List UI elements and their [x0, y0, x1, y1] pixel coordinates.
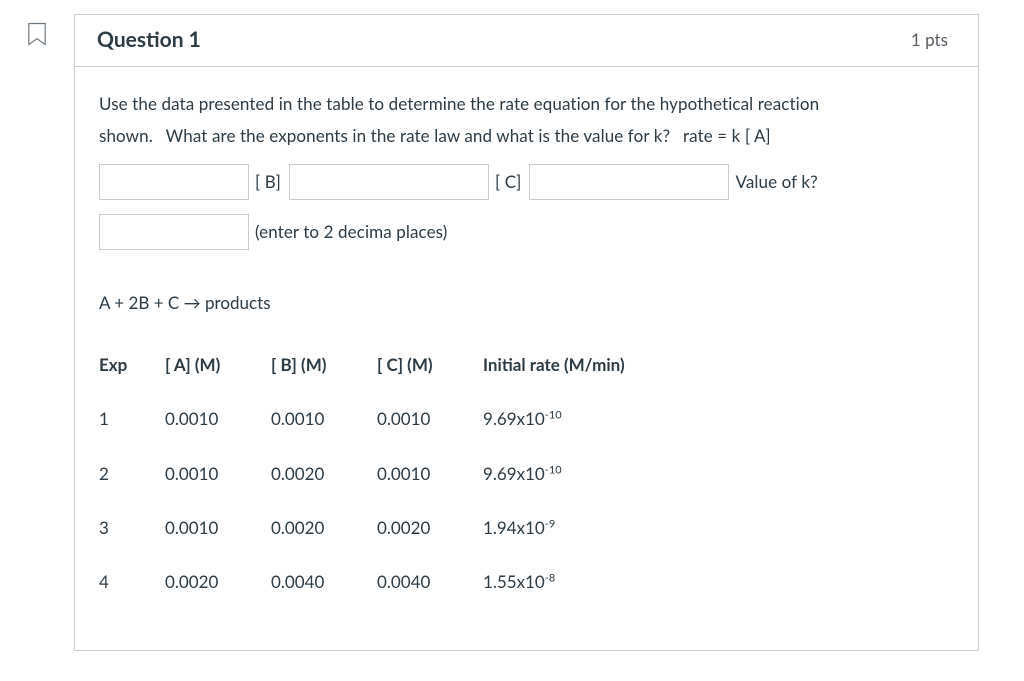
col-rate: Initial rate (M/min)	[483, 338, 659, 392]
table-cell: 0.0020	[271, 447, 377, 501]
question-title: Question 1	[97, 27, 201, 52]
table-cell: 3	[99, 501, 165, 555]
table-cell: 0.0010	[165, 392, 271, 446]
table-cell: 4	[99, 555, 165, 609]
question-card: Question 1 1 pts Use the data presented …	[74, 14, 979, 651]
table-cell: 0.0010	[377, 392, 483, 446]
table-cell: 0.0010	[165, 447, 271, 501]
table-header-row: Exp [ A] (M) [ B] (M) [ C] (M) Initial r…	[99, 338, 659, 392]
table-cell-rate: 1.94x10-9	[483, 501, 659, 555]
answer-row-2: [ B] [ C] Value of k?	[99, 164, 954, 200]
question-body: Use the data presented in the table to d…	[75, 67, 978, 650]
col-c: [ C] (M)	[377, 338, 483, 392]
col-b: [ B] (M)	[271, 338, 377, 392]
question-header: Question 1 1 pts	[75, 15, 978, 67]
exponent-b-input[interactable]	[289, 164, 489, 200]
question-points: 1 pts	[911, 29, 948, 50]
answer-row-1: shown. What are the exponents in the rat…	[99, 123, 954, 149]
table-cell: 0.0010	[271, 392, 377, 446]
prompt-line-2: shown. What are the exponents in the rat…	[99, 123, 771, 149]
table-cell: 0.0020	[165, 555, 271, 609]
table-cell-rate: 9.69x10-10	[483, 392, 659, 446]
table-row: 30.00100.00200.00201.94x10-9	[99, 501, 659, 555]
bookmark-icon[interactable]	[0, 14, 74, 48]
table-cell: 0.0040	[271, 555, 377, 609]
prompt-line-1: Use the data presented in the table to d…	[99, 91, 954, 117]
label-b: [ B]	[253, 169, 285, 195]
table-cell-rate: 9.69x10-10	[483, 447, 659, 501]
table-row: 40.00200.00400.00401.55x10-8	[99, 555, 659, 609]
table-cell: 0.0010	[165, 501, 271, 555]
table-row: 20.00100.00200.00109.69x10-10	[99, 447, 659, 501]
table-cell: 0.0020	[271, 501, 377, 555]
answer-row-3: (enter to 2 decima places)	[99, 214, 954, 250]
k-value-input[interactable]	[99, 214, 249, 250]
table-cell: 1	[99, 392, 165, 446]
reaction-equation: A + 2B + C → products	[99, 290, 954, 316]
table-cell-rate: 1.55x10-8	[483, 555, 659, 609]
col-a: [ A] (M)	[165, 338, 271, 392]
table-cell: 0.0010	[377, 447, 483, 501]
table-cell: 0.0040	[377, 555, 483, 609]
exponent-a-input[interactable]	[99, 164, 249, 200]
label-precision: (enter to 2 decima places)	[253, 219, 451, 245]
exponent-c-input[interactable]	[529, 164, 729, 200]
data-table: Exp [ A] (M) [ B] (M) [ C] (M) Initial r…	[99, 338, 659, 610]
table-row: 10.00100.00100.00109.69x10-10	[99, 392, 659, 446]
table-cell: 0.0020	[377, 501, 483, 555]
table-cell: 2	[99, 447, 165, 501]
label-k: Value of k?	[733, 169, 821, 195]
label-c: [ C]	[493, 169, 526, 195]
col-exp: Exp	[99, 338, 165, 392]
